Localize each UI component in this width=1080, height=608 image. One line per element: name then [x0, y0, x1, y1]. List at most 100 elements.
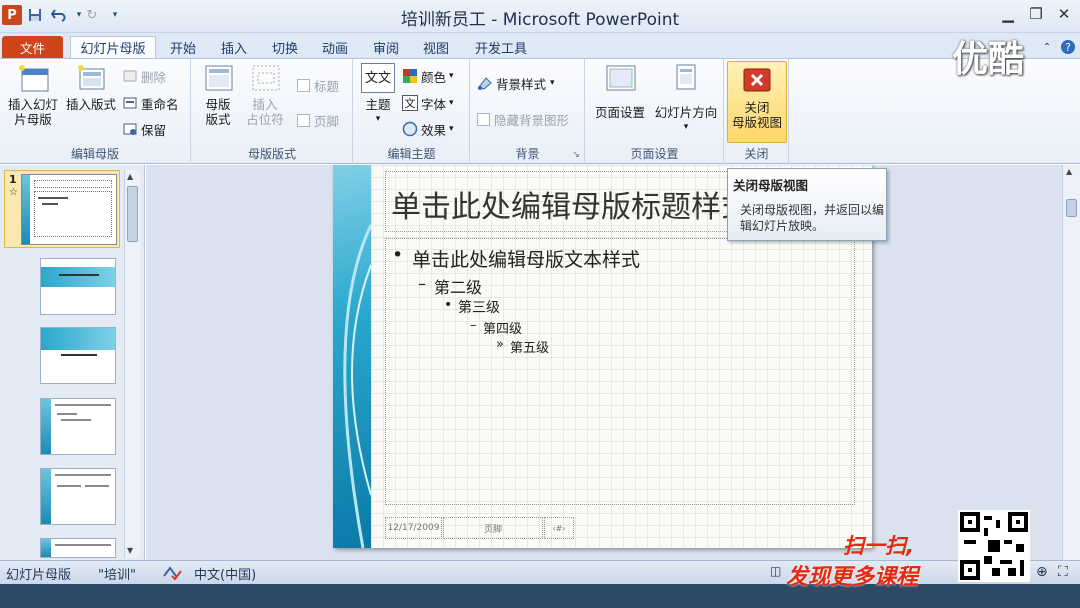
hide-background-checkbox-box[interactable]: [477, 112, 490, 126]
slide-scroll-thumb[interactable]: [1066, 199, 1077, 217]
powerpoint-window: P ▾ ↻ ▾ 培训新员工 - Microsoft PowerPoint ▁ ❐…: [0, 0, 1080, 608]
date-placeholder[interactable]: 12/17/2009: [385, 517, 442, 539]
close-master-view-line2: 母版视图: [731, 115, 782, 130]
tab-review[interactable]: 审阅: [365, 36, 407, 58]
youku-watermark: 优酷: [952, 39, 1025, 80]
themes-dropdown-icon: ▾: [375, 114, 381, 124]
level-2-text[interactable]: 第二级: [434, 274, 482, 298]
slide-scroll-up-icon[interactable]: ▲: [1066, 167, 1072, 176]
thumbnail-layout-1[interactable]: [40, 258, 116, 315]
slide-orientation-icon: [676, 64, 696, 90]
effects-label: 效果: [421, 122, 447, 138]
title-checkbox-box[interactable]: [297, 78, 310, 92]
slide-orientation-button[interactable]: 幻灯片方向 ▾: [650, 63, 722, 135]
normal-view-icon[interactable]: ◫: [770, 564, 781, 578]
hide-background-label: 隐藏背景图形: [494, 112, 570, 128]
scroll-thumb[interactable]: [127, 186, 138, 242]
group-page-setup: 页面设置 幻灯片方向 ▾ 页面设置: [586, 59, 724, 164]
page-setup-button[interactable]: 页面设置: [588, 63, 652, 120]
minimize-icon[interactable]: ▁: [996, 3, 1020, 25]
zoom-in-icon[interactable]: ⊕: [1036, 564, 1048, 580]
level-3-text[interactable]: 第三级: [458, 297, 500, 317]
insert-slide-master-line1: 插入幻灯: [7, 97, 58, 112]
colors-label: 颜色: [421, 69, 447, 85]
tab-animations[interactable]: 动画: [314, 36, 356, 58]
themes-icon: 文文: [361, 63, 395, 93]
preserve-icon: [123, 123, 137, 135]
thumbnail-slide-master[interactable]: 1 ☆: [4, 170, 120, 248]
master-layout-button[interactable]: 母版 版式: [196, 63, 240, 127]
thumbnail-layout-3[interactable]: [40, 398, 116, 455]
delete-button[interactable]: 删除: [122, 66, 166, 86]
background-styles-label: 背景样式: [496, 76, 547, 92]
thumbnail-scrollbar[interactable]: ▲ ▼: [124, 170, 140, 558]
level-4-text[interactable]: 第四级: [483, 318, 522, 337]
background-styles-icon: [478, 77, 492, 90]
slide-scrollbar[interactable]: ▲: [1062, 165, 1080, 560]
group-background: 背景样式 ▾ 隐藏背景图形 ↘ 背景: [471, 59, 585, 164]
level-1-text[interactable]: 单击此处编辑母版文本样式: [412, 245, 640, 272]
effects-button[interactable]: 效果 ▾: [402, 119, 454, 139]
restore-icon[interactable]: ❐: [1024, 3, 1048, 25]
footer-checkbox-box[interactable]: [297, 113, 310, 127]
rename-label: 重命名: [141, 96, 179, 112]
footer-checkbox[interactable]: 页脚: [297, 110, 339, 130]
tab-view[interactable]: 视图: [415, 36, 457, 58]
help-icon[interactable]: ?: [1058, 36, 1078, 58]
tab-transitions[interactable]: 切换: [264, 36, 306, 58]
master-layout-line1: 母版: [205, 97, 231, 112]
fonts-button[interactable]: 文 字体 ▾: [402, 93, 454, 113]
footer-placeholder[interactable]: 页脚: [443, 517, 543, 539]
promo-more-courses-text: 发现更多课程: [786, 565, 919, 590]
fit-to-window-icon[interactable]: ⛶: [1058, 564, 1068, 580]
level-5-bullet: »: [496, 337, 504, 352]
status-theme-name: "培训": [98, 568, 136, 583]
close-master-view-button[interactable]: 关闭 母版视图: [727, 61, 787, 143]
scroll-down-icon[interactable]: ▼: [127, 546, 133, 555]
delete-label: 删除: [141, 69, 167, 85]
group-label-edit-theme: 编辑主题: [387, 147, 436, 161]
status-language[interactable]: 中文(中国): [194, 564, 256, 583]
spellcheck-icon[interactable]: [162, 564, 182, 584]
rename-icon: [123, 97, 137, 109]
tab-developer[interactable]: 开发工具: [466, 36, 536, 58]
close-master-view-icon: [743, 68, 771, 92]
group-label-background: 背景: [515, 147, 540, 161]
insert-placeholder-line1: 插入: [252, 97, 278, 112]
tab-insert[interactable]: 插入: [213, 36, 255, 58]
insert-slide-master-icon: [19, 65, 49, 92]
insert-placeholder-button[interactable]: 插入 占位符: [240, 63, 290, 127]
page-setup-icon: [606, 65, 636, 91]
master-layout-icon: [205, 65, 233, 91]
preserve-button[interactable]: 保留: [122, 119, 166, 139]
slide-number-placeholder[interactable]: ‹#›: [544, 517, 574, 539]
background-styles-button[interactable]: 背景样式 ▾: [477, 73, 555, 93]
colors-button[interactable]: 颜色 ▾: [402, 66, 454, 86]
title-checkbox[interactable]: 标题: [297, 75, 339, 95]
slide-title-text[interactable]: 单击此处编辑母版标题样式: [391, 182, 751, 226]
status-view-name: 幻灯片母版: [6, 568, 72, 583]
close-window-icon[interactable]: ✕: [1052, 3, 1076, 25]
page-setup-label: 页面设置: [594, 105, 645, 120]
title-bar: P ▾ ↻ ▾ 培训新员工 - Microsoft PowerPoint ▁ ❐…: [0, 0, 1080, 33]
themes-button[interactable]: 文文 主题 ▾: [358, 63, 398, 127]
tab-home[interactable]: 开始: [162, 36, 204, 58]
thumbnail-layout-4[interactable]: [40, 468, 116, 525]
tooltip-title: 关闭母版视图: [733, 178, 809, 193]
insert-layout-button[interactable]: 插入版式: [62, 63, 120, 112]
group-label-edit-master: 编辑母版: [70, 147, 119, 161]
tab-slide-master[interactable]: 幻灯片母版: [70, 36, 156, 58]
level-5-text[interactable]: 第五级: [510, 337, 549, 356]
thumbnail-layout-2[interactable]: [40, 327, 116, 384]
hide-background-checkbox[interactable]: 隐藏背景图形: [477, 109, 569, 129]
level-1-bullet: •: [392, 244, 404, 266]
master-layout-line2: 版式: [205, 112, 231, 127]
insert-slide-master-button[interactable]: 插入幻灯 片母版: [4, 63, 62, 127]
tab-file[interactable]: 文件: [2, 36, 63, 58]
ribbon-collapse-icon[interactable]: ⌃: [1040, 36, 1054, 58]
scroll-up-icon[interactable]: ▲: [127, 172, 133, 181]
rename-button[interactable]: 重命名: [122, 93, 179, 113]
body-placeholder[interactable]: • 单击此处编辑母版文本样式 – 第二级 • 第三级 – 第四级 » 第五级: [385, 238, 855, 505]
tooltip-body: 关闭母版视图，并返回以编辑幻灯片放映。: [740, 203, 885, 233]
thumbnail-layout-5[interactable]: [40, 538, 116, 558]
